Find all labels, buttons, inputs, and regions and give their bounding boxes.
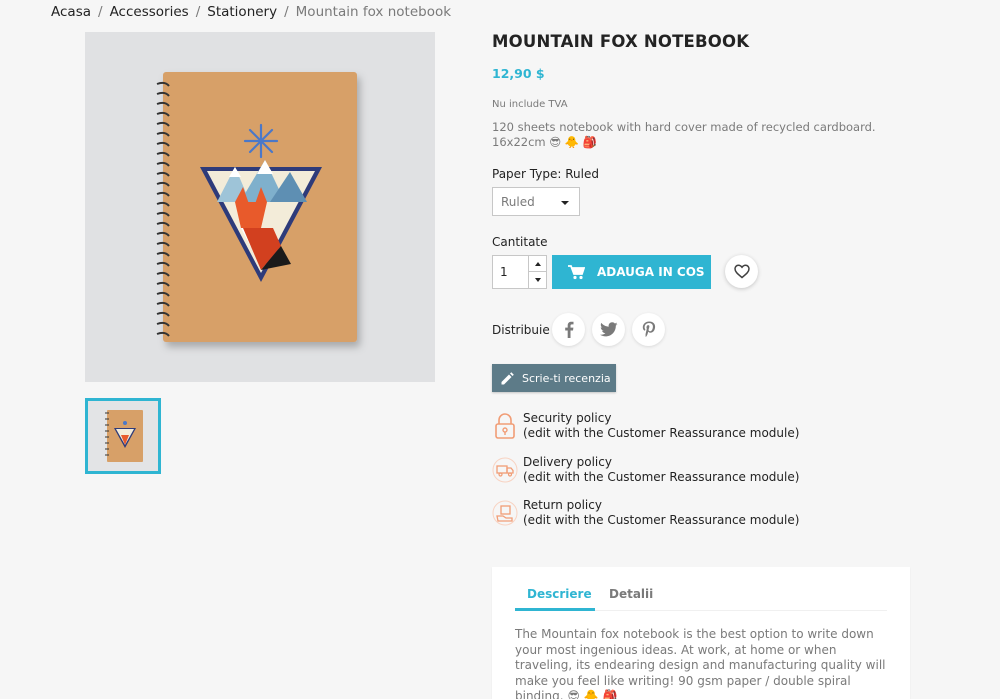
product-cover-image[interactable]: [85, 32, 435, 382]
tab-detalii[interactable]: Detalii: [609, 587, 653, 601]
breadcrumb-separator: /: [195, 4, 201, 20]
reassurance-title: Security policy: [523, 411, 612, 425]
tab-descriere[interactable]: Descriere: [527, 587, 592, 601]
reassurance-item-return: Return policy (edit with the Customer Re…: [492, 498, 812, 528]
write-review-label: Scrie-ti recenzia: [522, 371, 611, 385]
twitter-icon: [599, 322, 617, 337]
add-to-cart-label: ADAUGA IN COS: [597, 265, 705, 279]
reassurance-subtitle: (edit with the Customer Reassurance modu…: [523, 426, 800, 440]
add-to-cart-button[interactable]: ADAUGA IN COS: [552, 255, 711, 289]
lock-icon: [492, 411, 518, 441]
wishlist-button[interactable]: [725, 255, 758, 288]
shopping-cart-icon: [568, 264, 585, 279]
heart-icon: [733, 264, 750, 279]
notebook-thumbnail-illustration: [105, 410, 143, 462]
share-twitter-button[interactable]: [592, 313, 625, 346]
reassurance-item-delivery: Delivery policy (edit with the Customer …: [492, 455, 812, 485]
chevron-up-icon: [534, 261, 541, 266]
reassurance-title: Delivery policy: [523, 455, 612, 469]
paper-type-select[interactable]: Ruled: [492, 187, 580, 216]
breadcrumb-link-stationery[interactable]: Stationery: [207, 4, 277, 20]
product-description: The Mountain fox notebook is the best op…: [515, 627, 886, 699]
pinterest-icon: [642, 321, 655, 337]
reassurance-title: Return policy: [523, 498, 602, 512]
return-icon: [492, 498, 518, 528]
quantity-input[interactable]: 1: [492, 255, 529, 289]
share-pinterest-button[interactable]: [632, 313, 665, 346]
breadcrumb: Acasa / Accessories / Stationery / Mount…: [51, 4, 451, 20]
breadcrumb-current: Mountain fox notebook: [295, 4, 452, 20]
quantity-stepper: [528, 255, 547, 289]
breadcrumb-separator: /: [98, 4, 103, 20]
breadcrumb-link-home[interactable]: Acasa: [51, 4, 91, 20]
product-short-description: 120 sheets notebook with hard cover made…: [492, 120, 876, 149]
chevron-down-icon: [534, 278, 541, 282]
notebook-illustration: [156, 72, 357, 342]
pencil-icon: [501, 371, 514, 384]
active-tab-indicator: [515, 608, 595, 611]
facebook-icon: [564, 321, 573, 338]
caret-down-icon: [561, 201, 569, 205]
product-title: MOUNTAIN FOX NOTEBOOK: [492, 32, 750, 51]
reassurance-subtitle: (edit with the Customer Reassurance modu…: [523, 470, 800, 484]
product-tabs-panel: Descriere Detalii The Mountain fox noteb…: [492, 567, 910, 699]
product-thumbnail[interactable]: [85, 398, 161, 474]
paper-type-value: Ruled: [501, 195, 535, 209]
breadcrumb-link-accessories[interactable]: Accessories: [110, 4, 189, 20]
reassurance-item-security: Security policy (edit with the Customer …: [492, 411, 812, 441]
product-price: 12,90 $: [492, 66, 545, 81]
share-facebook-button[interactable]: [552, 313, 585, 346]
truck-icon: [492, 455, 518, 485]
tax-label: Nu include TVA: [492, 99, 568, 110]
share-label: Distribuie: [492, 323, 550, 337]
quantity-decrement-button[interactable]: [529, 272, 546, 288]
variant-label: Paper Type: Ruled: [492, 167, 599, 181]
write-review-button[interactable]: Scrie-ti recenzia: [492, 364, 616, 392]
quantity-increment-button[interactable]: [529, 256, 546, 272]
breadcrumb-separator: /: [284, 4, 289, 20]
reassurance-subtitle: (edit with the Customer Reassurance modu…: [523, 513, 800, 527]
quantity-label: Cantitate: [492, 235, 548, 249]
